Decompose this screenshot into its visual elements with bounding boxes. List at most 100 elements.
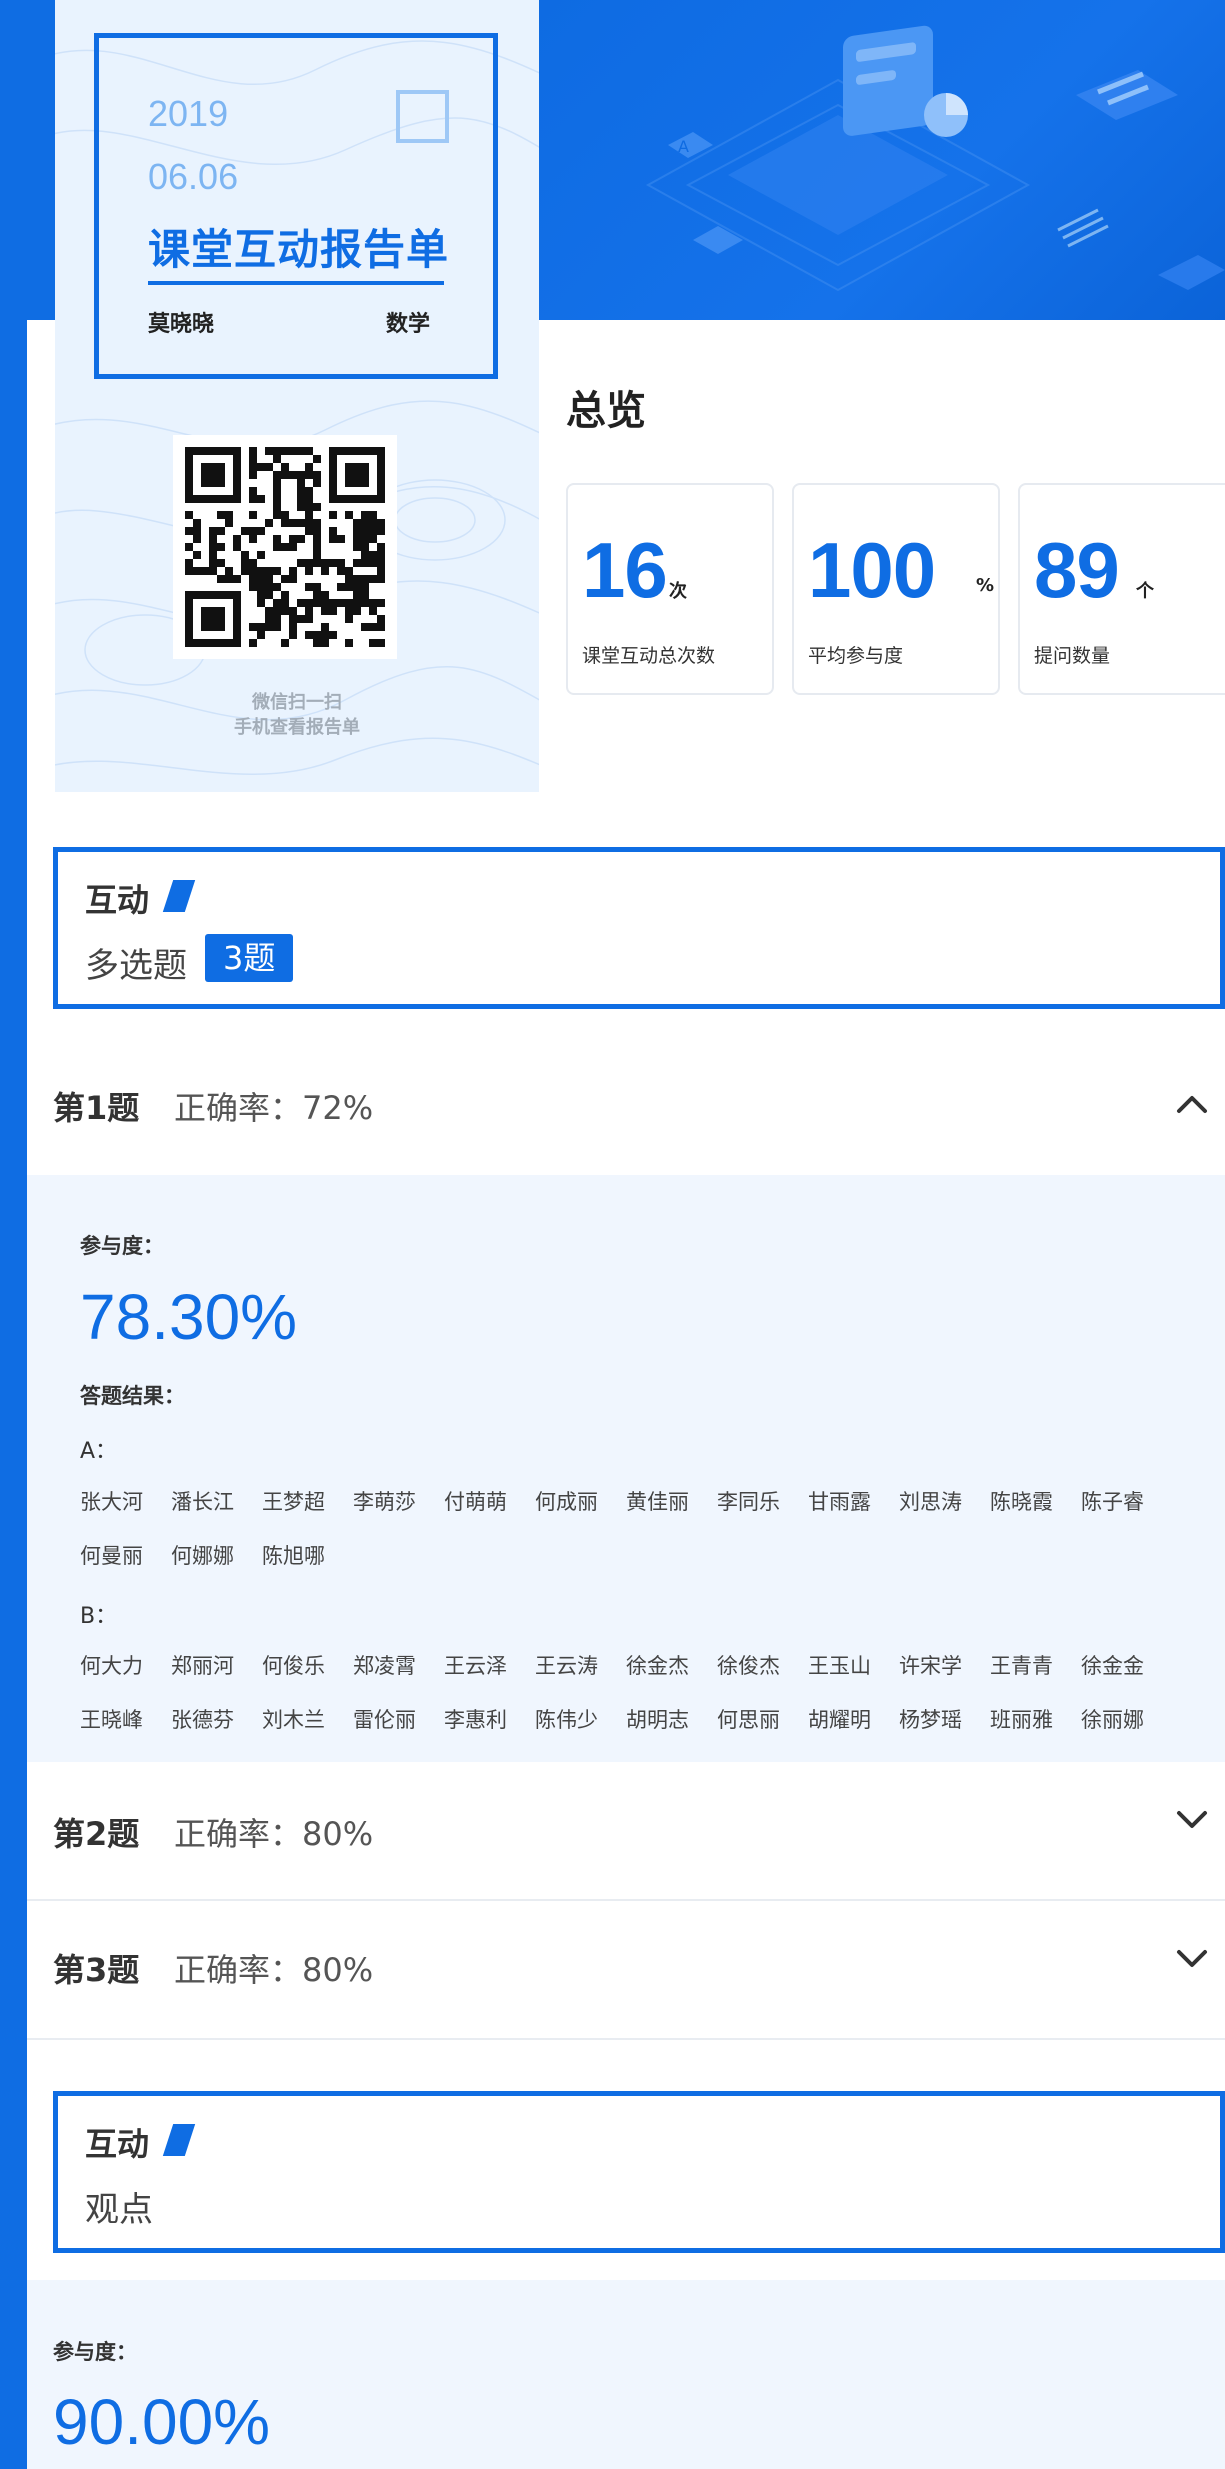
- chevron-down-icon[interactable]: [1175, 1802, 1209, 1836]
- report-card: 2019 06.06 课堂互动报告单 莫晓晓 数学 微信扫一扫 手机查看报告单: [55, 0, 539, 792]
- question-number: 第3题: [53, 1951, 140, 1989]
- hero-banner: A: [538, 0, 1225, 320]
- student-name-item: 陈晓霞: [990, 1490, 1053, 1514]
- student-name-item: 王云涛: [535, 1654, 598, 1678]
- interaction-header-viewpoint: 互动 观点: [53, 2091, 1225, 2253]
- student-name-item: 雷伦丽: [353, 1708, 416, 1732]
- stat-label: 课堂互动总次数: [582, 645, 716, 667]
- question-accuracy: 正确率：80%: [174, 1815, 374, 1853]
- student-name-item: 王梦超: [262, 1490, 325, 1514]
- student-name: 莫晓晓: [148, 312, 215, 337]
- student-name-item: 付萌萌: [444, 1490, 507, 1514]
- hero-illustration: A: [645, 25, 1225, 292]
- participation-value: 90.00%: [53, 2386, 271, 2458]
- stat-card-participation: 100 % 平均参与度: [792, 483, 1000, 695]
- student-name-item: 陈旭哪: [262, 1544, 325, 1568]
- student-name-item: 何成丽: [535, 1490, 598, 1514]
- question-accuracy: 正确率：80%: [174, 1951, 374, 1989]
- option-b-label: B：: [80, 1604, 118, 1629]
- stat-value: 89: [1034, 526, 1120, 614]
- student-name-item: 何俊乐: [262, 1654, 325, 1678]
- interaction-header-multiple-choice: 互动 多选题 3题: [53, 847, 1225, 1009]
- student-name-item: 李同乐: [717, 1490, 780, 1514]
- report-frame: 2019 06.06 课堂互动报告单 莫晓晓 数学: [94, 33, 498, 379]
- interaction-kind: 互动: [85, 881, 150, 919]
- title-underline: [148, 281, 444, 285]
- subject-name: 数学: [386, 312, 431, 337]
- student-name-item: 黄佳丽: [626, 1490, 689, 1514]
- top-accent-strip: [0, 0, 55, 320]
- question-type: 多选题: [85, 946, 187, 986]
- student-name-item: 何思丽: [717, 1708, 780, 1732]
- student-name-item: 郑丽河: [171, 1654, 234, 1678]
- student-name-item: 甘雨露: [808, 1490, 871, 1514]
- option-b-names: 何大力 郑丽河 何俊乐 郑凌霄 王云泽 王云涛 徐金杰 徐俊杰 王玉山 许宋学 王青青 徐金金王晓峰 张…: [80, 1646, 1200, 1754]
- student-name-item: 张德芬: [171, 1708, 234, 1732]
- student-name-item: 许宋学: [899, 1654, 962, 1678]
- report-title: 课堂互动报告单: [148, 225, 450, 274]
- question-number: 第2题: [53, 1815, 140, 1853]
- stat-unit: 次: [669, 581, 687, 602]
- decorative-square-icon: [396, 90, 449, 143]
- student-name-item: 张大河: [80, 1490, 143, 1514]
- option-a-label: A：: [80, 1439, 118, 1464]
- question-number: 第1题: [53, 1089, 140, 1127]
- qr-code: [173, 435, 397, 659]
- chevron-up-icon[interactable]: [1175, 1087, 1209, 1121]
- participation-label: 参与度：: [80, 1234, 164, 1258]
- question-row-3[interactable]: 第3题 正确率：80%: [27, 1901, 1225, 2040]
- student-name-item: 胡明志: [626, 1708, 689, 1732]
- qr-modules: [185, 447, 385, 647]
- student-name-item: 班丽雅: [990, 1708, 1053, 1732]
- student-name-item: 刘思涛: [899, 1490, 962, 1514]
- question-count-badge: 3题: [205, 934, 294, 982]
- overview-title: 总览: [566, 388, 646, 434]
- stat-card-interactions: 16 次 课堂互动总次数: [566, 483, 774, 695]
- stat-value: 100: [808, 526, 936, 614]
- stat-unit: 个: [1136, 581, 1154, 602]
- student-name-item: 陈子睿: [1081, 1490, 1144, 1514]
- option-a-names: 张大河 潘长江 王梦超 李萌莎 付萌萌 何成丽 黄佳丽 李同乐 甘雨露 刘思涛 陈晓霞 陈子睿何曼丽 何…: [80, 1482, 1200, 1590]
- svg-text:A: A: [678, 137, 689, 156]
- student-name-item: 李萌莎: [353, 1490, 416, 1514]
- student-name-item: 徐俊杰: [717, 1654, 780, 1678]
- qr-caption-view: 手机查看报告单: [234, 717, 360, 738]
- stat-label: 提问数量: [1034, 645, 1111, 667]
- student-name-item: 何大力: [80, 1654, 143, 1678]
- slash-accent-icon: [162, 2124, 196, 2156]
- student-name-item: 刘木兰: [262, 1708, 325, 1732]
- result-label: 答题结果：: [80, 1384, 185, 1408]
- participation-value: 78.30%: [80, 1281, 298, 1353]
- student-name-item: 何娜娜: [171, 1544, 234, 1568]
- participation-label: 参与度：: [53, 2340, 137, 2364]
- student-name-item: 李惠利: [444, 1708, 507, 1732]
- interaction-kind: 互动: [85, 2125, 150, 2163]
- student-name-item: 胡耀明: [808, 1708, 871, 1732]
- student-name-item: 王晓峰: [80, 1708, 143, 1732]
- question-type: 观点: [85, 2190, 153, 2230]
- qr-caption-scan: 微信扫一扫: [252, 692, 342, 713]
- student-name-item: 王青青: [990, 1654, 1053, 1678]
- student-name-item: 王玉山: [808, 1654, 871, 1678]
- student-name-item: 何曼丽: [80, 1544, 143, 1568]
- stat-value: 16: [582, 526, 668, 614]
- student-name-item: 陈伟少: [535, 1708, 598, 1732]
- stat-label: 平均参与度: [808, 645, 904, 667]
- question-accuracy: 正确率：72%: [174, 1089, 374, 1127]
- student-name-item: 徐金杰: [626, 1654, 689, 1678]
- question-row-2[interactable]: 第2题 正确率：80%: [27, 1762, 1225, 1901]
- report-date: 06.06: [148, 156, 239, 197]
- student-name-item: 杨梦瑶: [899, 1708, 962, 1732]
- student-name-item: 徐金金: [1081, 1654, 1144, 1678]
- report-year: 2019: [148, 93, 229, 134]
- student-name-item: 徐丽娜: [1081, 1708, 1144, 1732]
- student-name-item: 郑凌霄: [353, 1654, 416, 1678]
- stat-unit: %: [976, 575, 995, 596]
- left-accent-strip: [0, 0, 27, 2469]
- student-name-item: 王云泽: [444, 1654, 507, 1678]
- chevron-down-icon[interactable]: [1175, 1941, 1209, 1975]
- question-row-1[interactable]: 第1题 正确率：72%: [27, 1035, 1225, 1175]
- student-name-item: 潘长江: [171, 1490, 234, 1514]
- qr-code-image: [185, 447, 385, 647]
- slash-accent-icon: [162, 880, 196, 912]
